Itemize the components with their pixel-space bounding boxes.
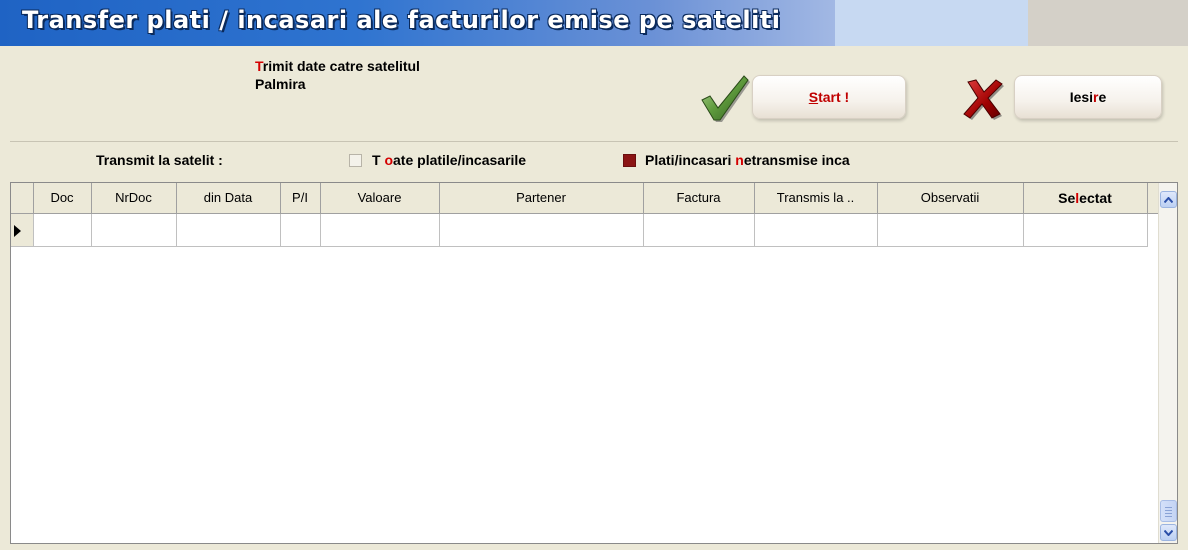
send-info-hotkey: T — [255, 58, 263, 74]
col-header-date[interactable]: din Data — [176, 183, 281, 214]
cell-partner[interactable] — [439, 213, 644, 247]
all-payments-checkbox[interactable] — [349, 154, 362, 167]
all-payments-hotkey: o — [384, 152, 394, 168]
grid-header-row: Doc NrDoc din Data P/I Valoare Partener … — [11, 183, 1158, 214]
row-pointer-icon — [14, 224, 21, 237]
col-header-value[interactable]: Valoare — [320, 183, 440, 214]
pending-payments-checkbox[interactable] — [623, 154, 636, 167]
title-bar: Transfer plati / incasari ale facturilor… — [0, 0, 1188, 46]
all-payments-label-pre: T — [372, 152, 381, 168]
table-row[interactable] — [11, 213, 1158, 247]
cell-nrdoc[interactable] — [91, 213, 177, 247]
col-header-invoice[interactable]: Factura — [643, 183, 755, 214]
grid-corner-cell — [11, 183, 34, 214]
title-bar-gray-block — [1028, 0, 1188, 46]
cell-transmitted[interactable] — [754, 213, 878, 247]
pending-payments-label-post: etransmise inca — [743, 152, 850, 168]
row-indicator — [11, 213, 34, 247]
pending-payments-label-pre: Plati/incasari — [645, 152, 736, 168]
cell-value[interactable] — [320, 213, 440, 247]
col-header-partner[interactable]: Partener — [439, 183, 644, 214]
title-bar-highlight — [835, 0, 1030, 46]
vertical-scrollbar[interactable] — [1158, 183, 1177, 543]
exit-button[interactable]: Iesi r e — [1014, 75, 1162, 119]
scroll-down-icon[interactable] — [1160, 524, 1177, 541]
scroll-up-icon[interactable] — [1160, 191, 1177, 208]
cell-invoice[interactable] — [643, 213, 755, 247]
cell-notes[interactable] — [877, 213, 1024, 247]
start-button[interactable]: Start ! — [752, 75, 906, 119]
all-payments-label-post: ate platile/incasarile — [393, 152, 527, 168]
payments-table: Doc NrDoc din Data P/I Valoare Partener … — [11, 183, 1158, 247]
payments-grid[interactable]: Doc NrDoc din Data P/I Valoare Partener … — [10, 182, 1178, 544]
col-header-selected[interactable]: Selectat — [1023, 183, 1148, 214]
col-header-notes[interactable]: Observatii — [877, 183, 1024, 214]
col-header-doc[interactable]: Doc — [33, 183, 92, 214]
grid-body: Doc NrDoc din Data P/I Valoare Partener … — [11, 183, 1158, 543]
cell-date[interactable] — [176, 213, 281, 247]
start-button-hotkey: S — [808, 89, 819, 105]
cell-pi[interactable] — [280, 213, 321, 247]
cell-filler — [1147, 213, 1158, 246]
col-selected-pre: Se — [1058, 189, 1076, 206]
col-header-pi[interactable]: P/I — [280, 183, 321, 214]
col-header-transmitted[interactable]: Transmis la .. — [754, 183, 878, 214]
all-payments-option-label[interactable]: T oate platile/incasarile — [372, 152, 526, 168]
close-x-icon — [963, 79, 1004, 120]
scrollbar-thumb[interactable] — [1160, 500, 1177, 522]
transmit-filter-label: Transmit la satelit : — [96, 152, 223, 168]
cell-selected[interactable] — [1023, 213, 1148, 247]
exit-button-label-pre: Iesi — [1069, 89, 1094, 105]
col-header-nrdoc[interactable]: NrDoc — [91, 183, 177, 214]
start-button-label: tart ! — [818, 89, 850, 105]
pending-payments-option-label[interactable]: Plati/incasari netransmise inca — [645, 152, 850, 168]
check-icon — [701, 75, 750, 122]
window-title: Transfer plati / incasari ale facturilor… — [22, 6, 781, 34]
cell-doc[interactable] — [33, 213, 92, 247]
send-info-label: Trimit date catre satelitul — [255, 58, 420, 75]
col-selected-post: ectat — [1079, 189, 1112, 206]
col-header-filler — [1147, 183, 1158, 214]
exit-button-label-post: e — [1098, 89, 1107, 105]
pending-payments-hotkey: n — [735, 152, 744, 168]
send-info-text: rimit date catre satelitul — [262, 58, 420, 74]
satellite-name: Palmira — [255, 76, 306, 92]
